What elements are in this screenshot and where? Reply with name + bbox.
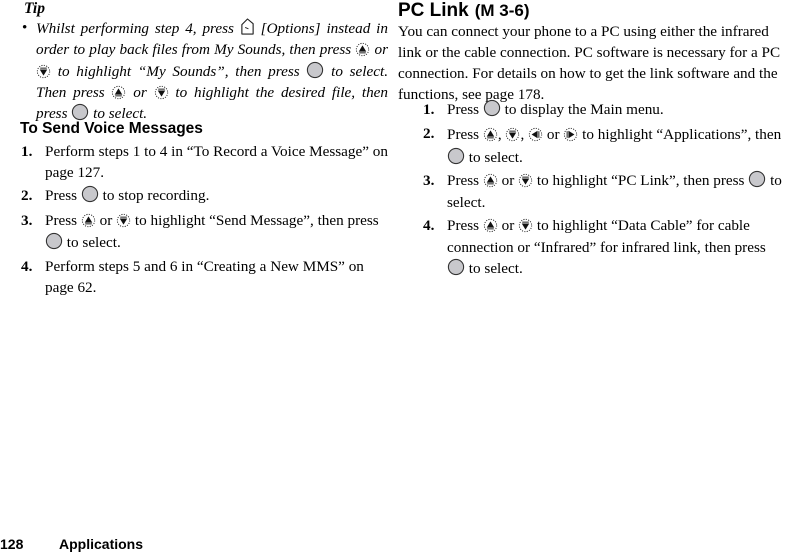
- step-text: Press or to highlight “PC Link”, then pr…: [447, 170, 786, 214]
- tip-text-segment: to highlight “My Sounds”, then press: [57, 62, 300, 80]
- step-text-segment: Press: [45, 187, 78, 204]
- step-text-segment: or: [501, 217, 515, 234]
- tip-text-segment: Whilst performing step 4, press: [36, 20, 234, 37]
- tip-text-segment: or: [374, 41, 388, 59]
- step-number: 2.: [21, 187, 33, 204]
- step-item: 1. Press to display the Main menu.: [423, 99, 786, 120]
- step-text-segment: Press: [45, 212, 78, 229]
- options-soft-key-icon: [240, 17, 255, 36]
- step-text-segment: to select.: [468, 260, 523, 277]
- step-text-segment: to select.: [468, 149, 523, 166]
- step-text: Press or to highlight “Send Message”, th…: [45, 210, 392, 254]
- step-item: 3. Press or to highlight “Send Message”,…: [21, 210, 392, 254]
- step-text-segment: Press: [447, 101, 480, 118]
- page-number: 128: [0, 536, 24, 552]
- step-item: 2. Press , , or to highlight “Applicatio…: [423, 123, 786, 169]
- center-key-icon: [306, 61, 324, 79]
- step-text-segment: or: [99, 212, 113, 229]
- step-item: 2. Press to stop recording.: [21, 185, 392, 206]
- up-arrow-key-icon: [111, 85, 126, 100]
- section-title: PC Link: [398, 0, 469, 21]
- step-text-segment: Press: [447, 126, 480, 143]
- down-arrow-key-icon: [36, 64, 51, 79]
- up-arrow-key-icon: [483, 127, 498, 142]
- step-number: 1.: [423, 101, 435, 118]
- step-text-segment: ,: [497, 126, 502, 143]
- tip-text-segment: or: [133, 83, 147, 101]
- section-heading-pc-link: PC Link (M 3-6): [398, 0, 530, 23]
- down-arrow-key-icon: [518, 173, 533, 188]
- step-item: 4. Perform steps 5 and 6 in “Creating a …: [21, 256, 392, 298]
- step-text-segment: or: [546, 126, 560, 143]
- down-arrow-key-icon: [116, 213, 131, 228]
- step-text-segment: to highlight “Applications”, then: [582, 126, 782, 143]
- step-number: 4.: [423, 217, 435, 234]
- tip-text: Whilst performing step 4, press [Options…: [36, 17, 388, 124]
- step-text: Press to display the Main menu.: [447, 99, 786, 120]
- step-text-segment: ,: [520, 126, 525, 143]
- step-text-segment: to stop recording.: [102, 187, 210, 204]
- step-text-segment: or: [501, 172, 515, 189]
- step-text-segment: Press: [447, 217, 480, 234]
- center-key-icon: [748, 170, 766, 188]
- section-heading-send-voice-messages: To Send Voice Messages: [20, 120, 203, 137]
- step-number: 3.: [423, 172, 435, 189]
- center-key-icon: [483, 99, 501, 117]
- step-number: 2.: [423, 125, 435, 142]
- step-text: Press to stop recording.: [45, 185, 392, 206]
- step-text-segment: to highlight “PC Link”, then press: [536, 172, 745, 189]
- intro-paragraph: You can connect your phone to a PC using…: [398, 23, 781, 103]
- step-item: 3. Press or to highlight “PC Link”, then…: [423, 170, 786, 214]
- left-arrow-key-icon: [528, 127, 543, 142]
- up-arrow-key-icon: [355, 42, 370, 57]
- up-arrow-key-icon: [483, 173, 498, 188]
- menu-path: (M 3-6): [474, 1, 530, 20]
- up-arrow-key-icon: [483, 218, 498, 233]
- tip-title: Tip: [24, 0, 45, 17]
- center-key-icon: [81, 185, 99, 203]
- step-text-segment: to display the Main menu.: [504, 101, 664, 118]
- step-number: 4.: [21, 258, 33, 275]
- step-text-segment: Press: [447, 172, 480, 189]
- down-arrow-key-icon: [505, 127, 520, 142]
- center-key-icon: [45, 232, 63, 250]
- step-text-segment: to select.: [66, 234, 121, 251]
- step-item: 4. Press or to highlight “Data Cable” fo…: [423, 215, 786, 280]
- footer-section-title: Applications: [59, 536, 144, 552]
- right-arrow-key-icon: [563, 127, 578, 142]
- step-text: Press or to highlight “Data Cable” for c…: [447, 215, 786, 280]
- down-arrow-key-icon: [154, 85, 169, 100]
- step-text: Perform steps 5 and 6 in “Creating a New…: [45, 258, 364, 296]
- step-text: Perform steps 1 to 4 in “To Record a Voi…: [45, 143, 388, 181]
- center-key-icon: [447, 258, 465, 276]
- down-arrow-key-icon: [518, 218, 533, 233]
- up-arrow-key-icon: [81, 213, 96, 228]
- tip-note: • Whilst performing step 4, press [Optio…: [22, 17, 388, 124]
- step-text: Press , , or to highlight “Applications”…: [447, 123, 786, 169]
- step-number: 3.: [21, 212, 33, 229]
- center-key-icon: [447, 147, 465, 165]
- tip-bullet: •: [22, 19, 28, 36]
- step-text-segment: to highlight “Send Message”, then press: [134, 212, 379, 229]
- step-number: 1.: [21, 143, 33, 160]
- step-item: 1. Perform steps 1 to 4 in “To Record a …: [21, 141, 392, 183]
